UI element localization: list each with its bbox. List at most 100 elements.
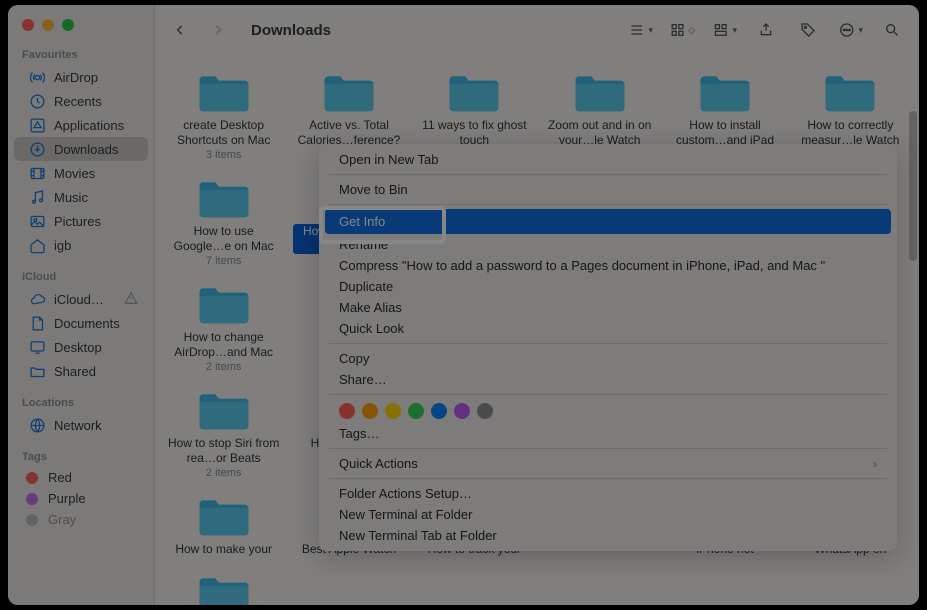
ctx-duplicate[interactable]: Duplicate: [319, 276, 897, 297]
sidebar-item-desktop[interactable]: Desktop: [14, 335, 148, 359]
tags-button[interactable]: [795, 20, 821, 40]
fullscreen-button[interactable]: [62, 19, 74, 31]
sidebar-item-network[interactable]: Network: [14, 413, 148, 437]
folder-item[interactable]: How to make your: [163, 489, 284, 561]
sidebar-item-documents[interactable]: Documents: [14, 311, 148, 335]
sidebar-item-label: Music: [54, 190, 88, 205]
actions-button[interactable]: ▾: [837, 20, 863, 40]
separator: [329, 204, 887, 205]
tag-label: Purple: [48, 491, 86, 506]
tag-color-button[interactable]: [477, 403, 493, 419]
ctx-compress[interactable]: Compress "How to add a password to a Pag…: [319, 255, 897, 276]
share-button[interactable]: [753, 20, 779, 40]
separator: [329, 478, 887, 479]
sidebar-item-recents[interactable]: Recents: [14, 89, 148, 113]
sidebar-item-label: iCloud…: [54, 292, 104, 307]
folder-icon: [196, 493, 252, 539]
ctx-copy[interactable]: Copy: [319, 348, 897, 369]
ctx-tags[interactable]: Tags…: [319, 423, 897, 444]
forward-button[interactable]: [207, 19, 229, 41]
airdrop-icon: [28, 68, 46, 86]
separator: [329, 174, 887, 175]
tags-label: Tags: [8, 447, 154, 467]
sidebar-item-label: Pictures: [54, 214, 101, 229]
ctx-quick-look[interactable]: Quick Look: [319, 318, 897, 339]
sidebar-item-label: Recents: [54, 94, 102, 109]
folder-item-count: 2 items: [206, 467, 241, 479]
view-list-button[interactable]: ▾: [627, 20, 653, 40]
clock-icon: [28, 92, 46, 110]
tag-dot-icon: [26, 514, 38, 526]
sidebar-item-shared[interactable]: Shared: [14, 359, 148, 383]
folder-item[interactable]: How to change AirDrop…and Mac2 items: [163, 277, 284, 377]
tag-label: Red: [48, 470, 72, 485]
warning-icon: [124, 291, 138, 308]
sidebar-item-downloads[interactable]: Downloads: [14, 137, 148, 161]
sidebar-item-label: Downloads: [54, 142, 118, 157]
ctx-folder-actions[interactable]: Folder Actions Setup…: [319, 483, 897, 504]
sidebar-item-applications[interactable]: Applications: [14, 113, 148, 137]
ctx-new-terminal[interactable]: New Terminal at Folder: [319, 504, 897, 525]
back-button[interactable]: [169, 19, 191, 41]
sidebar-item-label: AirDrop: [54, 70, 98, 85]
ctx-rename[interactable]: Rename: [319, 234, 897, 255]
folder-icon: [196, 387, 252, 433]
ctx-quick-actions[interactable]: Quick Actions›: [319, 453, 897, 474]
folder-icon: [697, 69, 753, 115]
tag-dot-icon: [26, 472, 38, 484]
ctx-share[interactable]: Share…: [319, 369, 897, 390]
tag-purple[interactable]: Purple: [8, 488, 154, 509]
sidebar-item-label: Applications: [54, 118, 124, 133]
sidebar-item-pictures[interactable]: Pictures: [14, 209, 148, 233]
search-button[interactable]: [879, 20, 905, 40]
folder-item[interactable]: How to stop Siri from rea…or Beats2 item…: [163, 383, 284, 483]
folder-icon: [196, 175, 252, 221]
separator: [329, 448, 887, 449]
sidebar-item-music[interactable]: Music: [14, 185, 148, 209]
ctx-make-alias[interactable]: Make Alias: [319, 297, 897, 318]
folder-item[interactable]: How to use Google…e on Mac7 items: [163, 171, 284, 271]
ctx-tag-colors: [319, 399, 897, 423]
applications-icon: [28, 116, 46, 134]
home-icon: [28, 236, 46, 254]
group-button[interactable]: ▾: [711, 20, 737, 40]
folder-icon: [196, 69, 252, 115]
tag-color-button[interactable]: [431, 403, 447, 419]
tag-red[interactable]: Red: [8, 467, 154, 488]
tag-color-button[interactable]: [454, 403, 470, 419]
tag-color-button[interactable]: [385, 403, 401, 419]
sidebar-item-movies[interactable]: Movies: [14, 161, 148, 185]
sidebar-item-label: Movies: [54, 166, 95, 181]
desktop-icon: [28, 338, 46, 356]
sidebar-item-label: Documents: [54, 316, 120, 331]
separator: [329, 394, 887, 395]
folder-icon: [822, 69, 878, 115]
ctx-move-to-bin[interactable]: Move to Bin: [319, 179, 897, 200]
folder-item[interactable]: create Desktop Shortcuts on Mac3 items: [163, 65, 284, 165]
minimize-button[interactable]: [42, 19, 54, 31]
shared-folder-icon: [28, 362, 46, 380]
sidebar-item-label: Desktop: [54, 340, 102, 355]
ctx-get-info[interactable]: Get Info: [325, 209, 891, 234]
folder-name: How to make your: [175, 542, 272, 557]
locations-label: Locations: [8, 393, 154, 413]
ctx-open-new-tab[interactable]: Open in New Tab: [319, 149, 897, 170]
folder-item[interactable]: Teach Siri to: [163, 567, 284, 605]
tag-color-button[interactable]: [408, 403, 424, 419]
sidebar-item-label: Shared: [54, 364, 96, 379]
close-button[interactable]: [22, 19, 34, 31]
folder-icon: [196, 281, 252, 327]
toolbar: Downloads ▾ ◇ ▾ ▾: [155, 5, 919, 55]
chevron-right-icon: ›: [873, 457, 877, 471]
sidebar-item-icloud-drive[interactable]: iCloud…: [14, 287, 148, 311]
tag-color-button[interactable]: [339, 403, 355, 419]
folder-name: create Desktop Shortcuts on Mac: [168, 118, 280, 148]
ctx-new-terminal-tab[interactable]: New Terminal Tab at Folder: [319, 525, 897, 546]
sidebar-item-airdrop[interactable]: AirDrop: [14, 65, 148, 89]
folder-icon: [196, 571, 252, 605]
scrollbar[interactable]: [909, 111, 917, 261]
view-grid-button[interactable]: ◇: [669, 20, 695, 40]
tag-gray[interactable]: Gray: [8, 509, 154, 530]
tag-color-button[interactable]: [362, 403, 378, 419]
sidebar-item-home[interactable]: igb: [14, 233, 148, 257]
